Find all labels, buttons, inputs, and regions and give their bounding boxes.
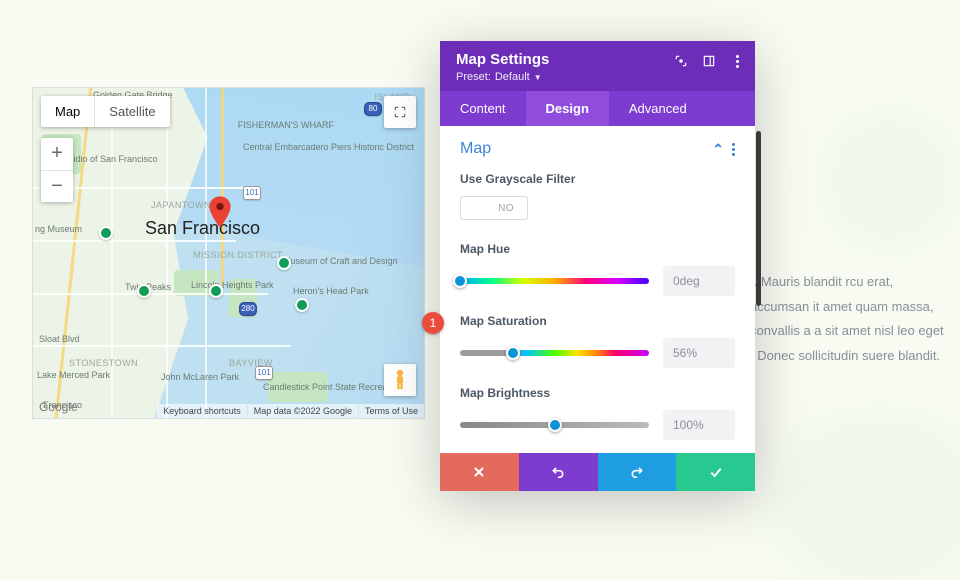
map-preview[interactable]: Golden Gate Bridge Presidio of San Franc… — [32, 87, 425, 419]
more-menu-icon[interactable] — [729, 53, 745, 69]
brightness-label: Map Brightness — [460, 386, 735, 400]
map-label-japantown: JAPANTOWN — [151, 200, 211, 210]
slider-track — [460, 350, 649, 356]
map-label-museum: Museum of Craft and Design — [283, 256, 398, 266]
map-label-herons: Heron's Head Park — [293, 286, 369, 296]
toggle-state-label: NO — [485, 203, 527, 214]
terms-link[interactable]: Terms of Use — [358, 404, 424, 418]
preset-label: Preset: — [456, 71, 491, 83]
grayscale-toggle[interactable]: NO — [460, 196, 528, 220]
slider-track — [460, 278, 649, 284]
section-title: Map — [460, 140, 491, 158]
grayscale-control: Use Grayscale Filter NO — [460, 172, 735, 224]
redo-button[interactable] — [598, 453, 677, 491]
map-pin-icon[interactable] — [209, 196, 231, 228]
preset-selector[interactable]: Preset: Default ▼ — [456, 71, 739, 83]
map-center-label: San Francisco — [145, 218, 260, 239]
keyboard-shortcuts-link[interactable]: Keyboard shortcuts — [156, 404, 247, 418]
map-settings-panel: Map Settings Preset: Default ▼ Content D… — [440, 41, 755, 491]
zoom-in-button[interactable]: + — [41, 138, 73, 170]
map-label-mission: MISSION DISTRICT — [193, 250, 283, 260]
route-i80-badge: 80 — [364, 102, 382, 116]
modal-header: Map Settings Preset: Default ▼ — [440, 41, 755, 91]
chevron-down-icon: ▼ — [534, 73, 542, 82]
section-header[interactable]: Map ⌃ — [460, 140, 735, 158]
save-button[interactable] — [676, 453, 755, 491]
zoom-out-button[interactable]: − — [41, 170, 73, 203]
map-poi-icon[interactable] — [295, 298, 309, 312]
expand-icon[interactable] — [673, 53, 689, 69]
brightness-slider[interactable] — [460, 418, 649, 432]
saturation-slider[interactable] — [460, 346, 649, 360]
map-label-fishermans: FISHERMAN'S WHARF — [238, 120, 334, 130]
hue-value-input[interactable]: 0deg — [663, 266, 735, 296]
undo-button[interactable] — [519, 453, 598, 491]
map-attribution: Keyboard shortcuts Map data ©2022 Google… — [156, 404, 424, 418]
tab-design[interactable]: Design — [526, 91, 609, 126]
map-data-label: Map data ©2022 Google — [247, 404, 358, 418]
zoom-control[interactable]: + − — [41, 138, 73, 202]
saturation-value-input[interactable]: 56% — [663, 338, 735, 368]
modal-footer — [440, 453, 755, 491]
map-poi-icon[interactable] — [209, 284, 223, 298]
snap-icon[interactable] — [701, 53, 717, 69]
map-label-heights: Lincoln Heights Park — [191, 280, 274, 290]
map-type-toggle[interactable]: Map Satellite — [41, 96, 170, 127]
hue-slider[interactable] — [460, 274, 649, 288]
map-label-embarcadero: Central Embarcadero Piers Historic Distr… — [243, 142, 414, 152]
grayscale-label: Use Grayscale Filter — [460, 172, 735, 186]
modal-body: Map ⌃ Use Grayscale Filter NO Map Hue 0d… — [440, 126, 755, 453]
hue-label: Map Hue — [460, 242, 735, 256]
tab-advanced[interactable]: Advanced — [609, 91, 707, 126]
preset-value: Default — [495, 71, 530, 83]
map-label-sloat: Sloat Blvd — [39, 334, 80, 344]
streetview-pegman-button[interactable] — [384, 364, 416, 396]
scrollbar-thumb[interactable] — [756, 131, 761, 306]
slider-thumb[interactable] — [548, 418, 562, 432]
map-poi-icon[interactable] — [99, 226, 113, 240]
saturation-control: Map Saturation 56% — [460, 314, 735, 368]
fullscreen-button[interactable] — [384, 96, 416, 128]
annotation-badge: 1 — [422, 312, 444, 334]
modal-tabs: Content Design Advanced — [440, 91, 755, 126]
section-more-icon[interactable] — [732, 143, 735, 156]
slider-thumb[interactable] — [453, 274, 467, 288]
map-label-ng-museum: ng Museum — [35, 224, 82, 234]
saturation-label: Map Saturation — [460, 314, 735, 328]
background-placeholder-text: t. Mauris blandit rcu erat, accumsan it … — [750, 270, 950, 369]
map-label-mclaren: John McLaren Park — [161, 372, 239, 382]
collapse-icon[interactable]: ⌃ — [712, 141, 724, 158]
map-type-map[interactable]: Map — [41, 96, 94, 127]
route-us101-badge: 101 — [255, 366, 273, 380]
map-type-satellite[interactable]: Satellite — [94, 96, 169, 127]
map-label-lake: Lake Merced Park — [37, 370, 110, 380]
map-poi-icon[interactable] — [277, 256, 291, 270]
hue-control: Map Hue 0deg — [460, 242, 735, 296]
cancel-button[interactable] — [440, 453, 519, 491]
brightness-control: Map Brightness 100% — [460, 386, 735, 440]
google-logo: Google — [39, 400, 78, 414]
map-label-stonestown: STONESTOWN — [69, 358, 138, 368]
brightness-value-input[interactable]: 100% — [663, 410, 735, 440]
tab-content[interactable]: Content — [440, 91, 526, 126]
toggle-knob — [461, 197, 485, 219]
route-us101-badge: 101 — [243, 186, 261, 200]
map-poi-icon[interactable] — [137, 284, 151, 298]
route-i280-badge: 280 — [239, 302, 257, 316]
slider-thumb[interactable] — [506, 346, 520, 360]
